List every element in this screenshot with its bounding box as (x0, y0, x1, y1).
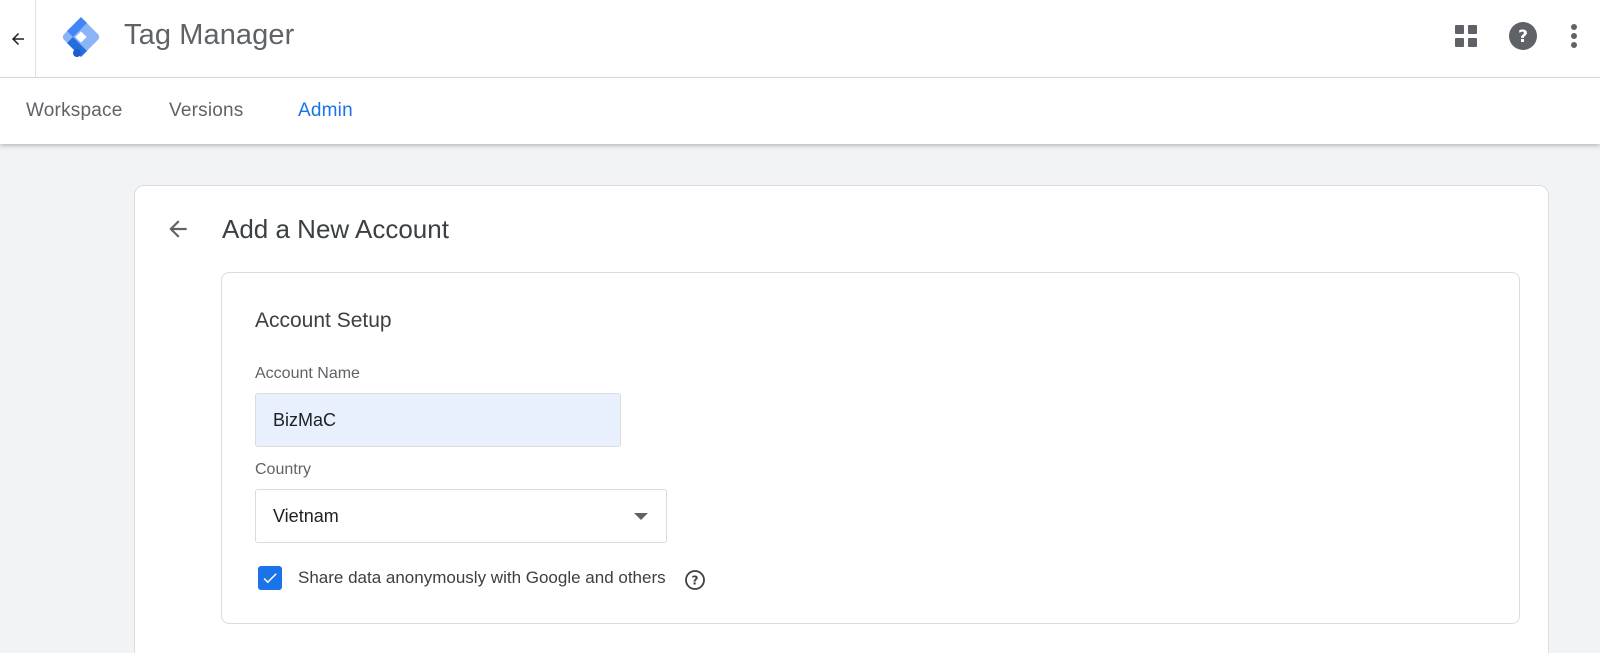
share-data-label: Share data anonymously with Google and o… (298, 568, 666, 587)
country-value: Vietnam (273, 505, 339, 526)
arrow-back-icon (11, 32, 24, 45)
tab-versions[interactable]: Versions (169, 100, 243, 122)
dropdown-caret-icon (634, 513, 648, 520)
app-title: Tag Manager (124, 19, 295, 51)
account-name-label: Account Name (255, 365, 360, 382)
apps-grid-icon (1455, 25, 1477, 47)
checkmark-icon (263, 573, 277, 584)
page-back-button[interactable] (165, 216, 191, 242)
nav-tabs: Workspace Versions Admin (0, 78, 1600, 144)
page-title: Add a New Account (222, 214, 449, 244)
back-button[interactable] (0, 0, 36, 78)
svg-text:?: ? (692, 574, 699, 588)
help-outline-icon[interactable]: ? (684, 569, 706, 591)
add-account-card: Add a New Account Account Setup Account … (134, 185, 1549, 653)
svg-text:?: ? (1518, 27, 1528, 47)
help-button[interactable]: ? (1508, 21, 1538, 51)
account-name-input[interactable] (255, 393, 621, 447)
tab-admin[interactable]: Admin (298, 100, 353, 122)
tag-manager-logo (62, 17, 100, 57)
tab-workspace[interactable]: Workspace (26, 100, 123, 122)
share-data-checkbox[interactable] (258, 566, 282, 590)
help-icon: ? (1509, 22, 1537, 50)
more-vert-icon (1571, 24, 1577, 48)
country-select[interactable]: Vietnam (255, 489, 667, 543)
country-label: Country (255, 461, 312, 478)
more-options-button[interactable] (1566, 21, 1582, 51)
apps-button[interactable] (1452, 22, 1480, 50)
arrow-back-icon (169, 220, 187, 238)
account-setup-section: Account Setup Account Name Country Vietn… (221, 272, 1520, 624)
app-bar: Tag Manager ? (0, 0, 1600, 78)
section-title: Account Setup (255, 309, 392, 332)
